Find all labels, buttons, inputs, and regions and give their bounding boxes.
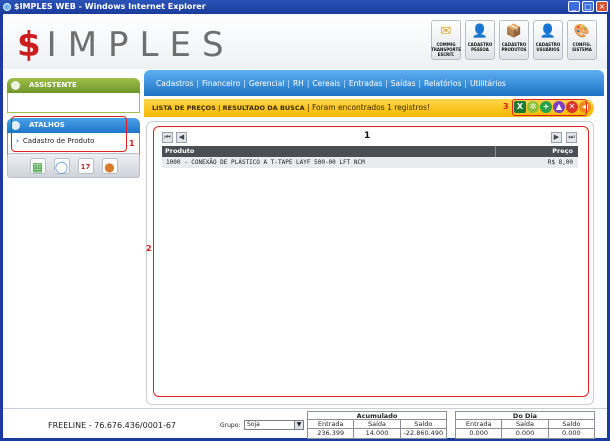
grupo-select[interactable]: Soja ▼ [244, 420, 304, 430]
top-shortcut-3[interactable]: 👤 CADASTRO USUÁRIOS [533, 20, 563, 60]
ie-icon [3, 3, 11, 11]
menu-item-cereais[interactable]: Cereais [312, 79, 340, 88]
column-header-produto[interactable]: Produto [165, 146, 194, 157]
top-shortcut-label: CADASTRO USUÁRIOS [535, 42, 561, 52]
today-table: Do Dia Entrada Saída Saldo 0.000 0.000 0… [455, 411, 595, 439]
top-shortcut-2[interactable]: 📦 CADASTRO PRODUTOS [499, 20, 529, 60]
coins-folder-icon: ✉ [440, 24, 452, 39]
quick-tools-bar: ▦ ◯ 17 ● [7, 153, 140, 178]
assistant-panel-body [7, 93, 140, 113]
menu-item-saídas[interactable]: Saídas [391, 79, 416, 88]
color-palette-icon: 🎨 [573, 24, 591, 39]
highlight-box-1 [11, 116, 127, 152]
menu-item-relatórios[interactable]: Relatórios [424, 79, 461, 88]
top-shortcut-label: COMMIG TRANSPORTE ESCRIT. [431, 42, 461, 57]
top-shortcut-0[interactable]: ✉ COMMIG TRANSPORTE ESCRIT. [431, 20, 461, 60]
calendar-icon[interactable]: 17 [77, 157, 94, 174]
table-header: Produto Preço [162, 146, 578, 157]
panel-bullet-icon [11, 81, 20, 90]
box-icon: 📦 [505, 24, 523, 39]
column-header-preco[interactable]: Preço [552, 146, 573, 157]
top-shortcut-4[interactable]: 🎨 CONFIG. SISTEMA [567, 20, 597, 60]
table-row[interactable]: 1000 - CONEXÃO DE PLÁSTICO A T-TAPE LAYF… [162, 157, 578, 168]
page-title: LISTA DE PREÇOS | RESULTADO DA BUSCA [152, 104, 305, 112]
chevron-down-icon: ▼ [294, 421, 303, 429]
prev-page-button[interactable]: ◀ [176, 132, 187, 143]
assistant-panel-header[interactable]: ASSISTENTE [7, 78, 140, 93]
cell-produto: 1000 - CONEXÃO DE PLÁSTICO A T-TAPE LAYF… [166, 159, 365, 166]
menu-item-entradas[interactable]: Entradas [349, 79, 382, 88]
pagination: ⏮ ◀ 1 ▶ ⏭ [160, 130, 580, 144]
acumulado-saldo: -22.860.490 [403, 429, 444, 437]
first-page-button[interactable]: ⏮ [162, 132, 173, 143]
grupo-label: Grupo: [220, 422, 241, 429]
top-shortcut-label: CONFIG. SISTEMA [572, 42, 592, 52]
company-info: FREELINE - 76.676.436/0001-67 [48, 421, 177, 430]
menu-item-utilitários[interactable]: Utilitários [470, 79, 506, 88]
last-page-button[interactable]: ⏭ [566, 132, 577, 143]
accumulated-table: Acumulado Entrada Saída Saldo 236.399 14… [307, 411, 447, 439]
marker-3: 3 [503, 102, 509, 111]
minimize-button[interactable]: _ [568, 1, 580, 12]
left-sidebar: ASSISTENTE ATALHOS Cadastro de Produto 1… [3, 69, 142, 405]
user-icon: 👤 [539, 24, 557, 39]
main-menu: Cadastros | Financeiro | Gerencial | RH | Cereai… [156, 79, 506, 88]
highlight-box-3 [512, 99, 587, 116]
close-window-button[interactable]: × [596, 1, 608, 12]
main-menu-bar: Cadastros | Financeiro | Gerencial | RH | Cereai… [144, 70, 604, 96]
dodia-saida: 0.000 [502, 429, 549, 438]
app-header: $IMPLES ✉ COMMIG TRANSPORTE ESCRIT. 👤 CADAS… [3, 14, 607, 69]
results-message: | Foram encontrados 1 registros! [304, 103, 430, 112]
window-titlebar: $IMPLES WEB - Windows Internet Explorer [0, 0, 610, 14]
chat-bubble-icon[interactable]: ◯ [53, 157, 70, 174]
dodia-entrada: 0.000 [456, 429, 503, 438]
app-logo: $IMPLES [17, 25, 235, 65]
marker-2: 2 [146, 244, 152, 253]
window-controls: _ □ × [568, 1, 608, 12]
cell-preco: R$ 8,00 [547, 159, 573, 166]
acumulado-saida: 14.000 [354, 429, 401, 438]
window-title: $IMPLES WEB - Windows Internet Explorer [14, 2, 206, 11]
page-number: 1 [364, 131, 371, 141]
menu-item-cadastros[interactable]: Cadastros [156, 79, 193, 88]
calculator-icon[interactable]: ▦ [29, 157, 46, 174]
marker-1: 1 [129, 139, 135, 148]
top-shortcut-1[interactable]: 👤 CADASTRO PESSOA [465, 20, 495, 60]
menu-item-gerencial[interactable]: Gerencial [249, 79, 285, 88]
menu-item-financeiro[interactable]: Financeiro [202, 79, 240, 88]
top-shortcut-label: CADASTRO PRODUTOS [501, 42, 527, 52]
top-shortcut-label: CADASTRO PESSOA [467, 42, 493, 52]
next-page-button[interactable]: ▶ [551, 132, 562, 143]
menu-item-rh[interactable]: RH [293, 79, 304, 88]
maximize-button[interactable]: □ [582, 1, 594, 12]
top-shortcut-bar: ✉ COMMIG TRANSPORTE ESCRIT. 👤 CADASTRO PESS… [431, 20, 597, 60]
user-avatar-icon[interactable]: ● [101, 157, 118, 174]
person-card-icon: 👤 [471, 24, 489, 39]
dodia-saldo: 0.000 [562, 429, 581, 437]
acumulado-entrada: 236.399 [308, 429, 355, 438]
